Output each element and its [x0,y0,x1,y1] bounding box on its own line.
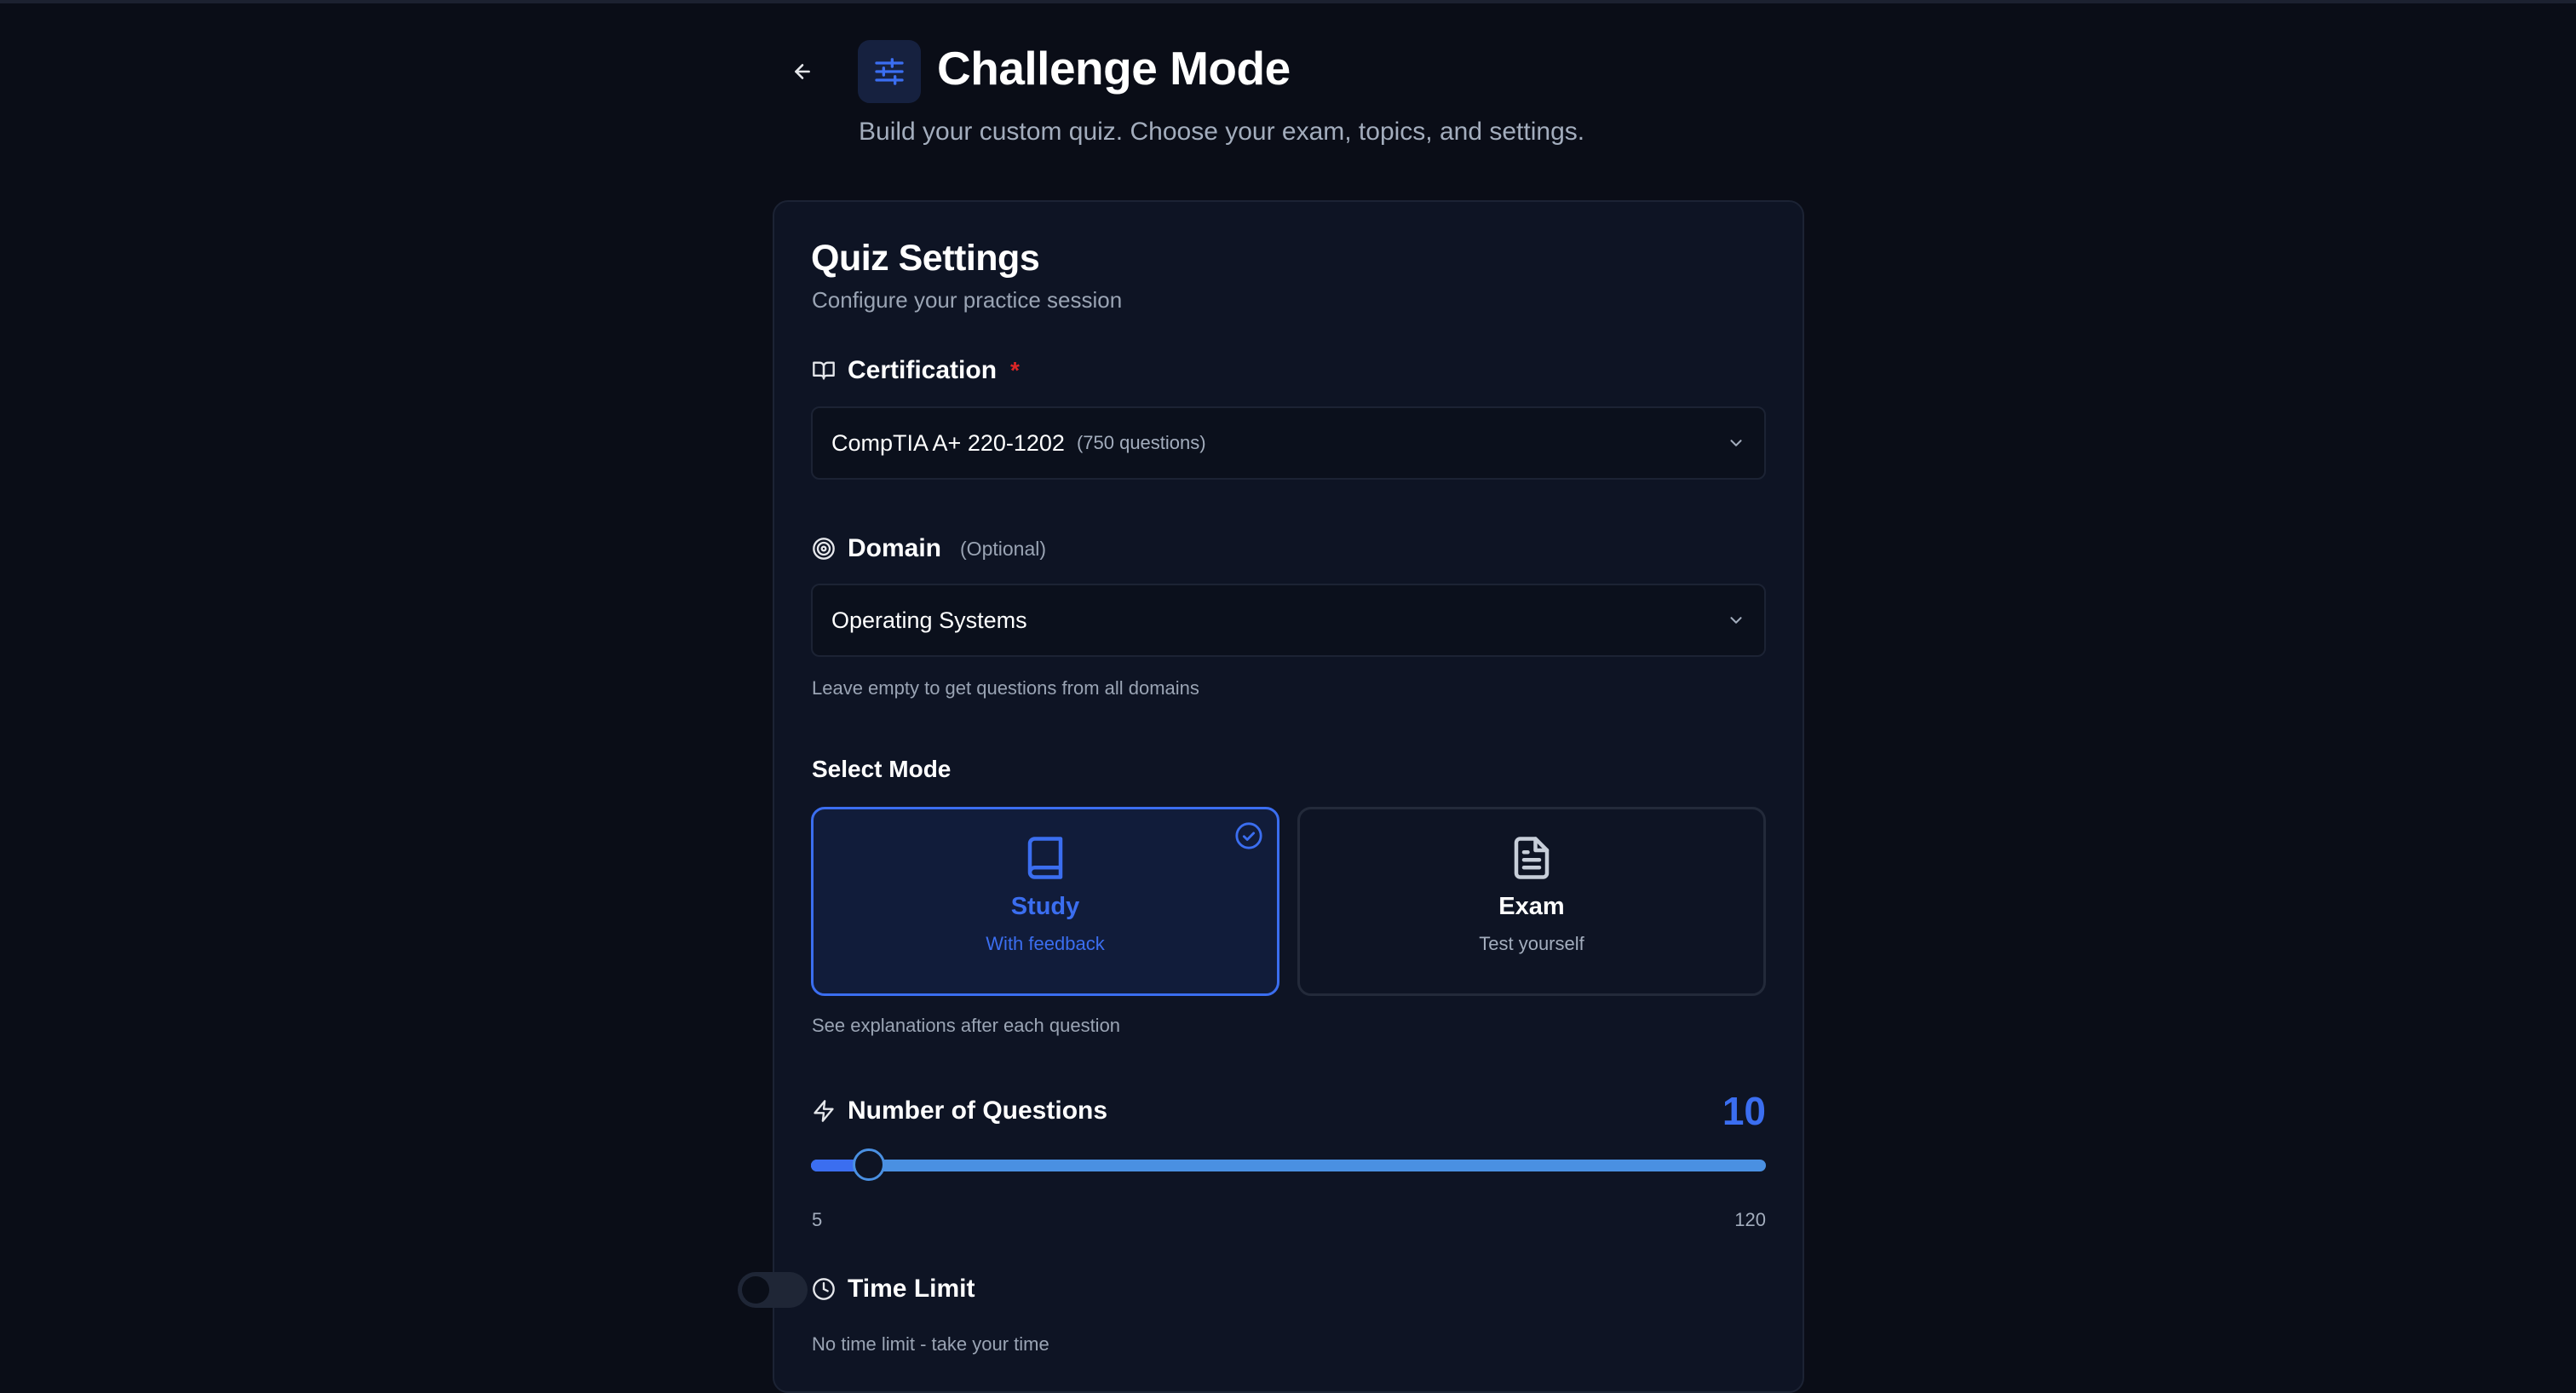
domain-label: Domain [848,534,942,562]
mode-study-title: Study [1010,893,1080,920]
slider-max-label: 120 [1734,1209,1766,1230]
domain-optional-tag: (Optional) [960,537,1046,560]
chevron-down-icon [1727,434,1745,452]
required-marker: * [1010,357,1020,383]
target-icon [813,538,835,560]
top-divider [0,0,2576,3]
domain-selected: Operating Systems [831,607,1027,633]
time-limit-hint: No time limit - take your time [812,1333,1049,1355]
mode-study-subtitle: With feedback [986,933,1105,954]
time-limit-toggle[interactable] [738,1272,808,1308]
certification-label: Certification [848,356,998,384]
card-title: Quiz Settings [811,238,1040,279]
card-description: Configure your practice session [812,287,1123,313]
time-limit-label-row: Time Limit [812,1275,975,1304]
select-mode-title: Select Mode [812,756,952,782]
header-badge [858,40,921,103]
zap-icon [814,1100,834,1122]
certification-label-row: Certification * [812,356,1020,385]
certification-select[interactable]: CompTIA A+ 220-1202 (750 questions) [811,406,1766,480]
page: Challenge Mode Build your custom quiz. C… [0,0,2576,1393]
page-title: Challenge Mode [937,42,1291,95]
book-open-icon [813,361,835,380]
certification-selected: CompTIA A+ 220-1202 [831,429,1065,456]
mode-option-study[interactable]: Study With feedback [811,807,1279,996]
mode-exam-subtitle: Test yourself [1479,933,1584,954]
mode-hint: See explanations after each question [812,1015,1121,1036]
page-subtitle: Build your custom quiz. Choose your exam… [859,118,1585,146]
questions-count: 10 [1722,1089,1766,1133]
slider-min-label: 5 [812,1209,823,1230]
questions-label-row: Number of Questions [812,1097,1107,1125]
back-button[interactable] [785,55,819,89]
questions-label: Number of Questions [848,1097,1108,1125]
domain-hint: Leave empty to get questions from all do… [812,677,1199,699]
domain-select[interactable]: Operating Systems [811,584,1766,657]
file-text-icon [1509,835,1555,881]
check-circle-icon [1234,821,1263,850]
quiz-settings-card: Quiz Settings Configure your practice se… [738,200,1804,1393]
toggle-knob [742,1276,769,1304]
mode-option-exam[interactable]: Exam Test yourself [1297,807,1766,996]
questions-slider[interactable] [811,1148,1766,1181]
sliders-icon [875,58,904,85]
clock-icon [813,1278,835,1300]
mode-exam-title: Exam [1498,893,1565,920]
domain-label-row: Domain (Optional) [812,534,1046,563]
certification-question-count: (750 questions) [1076,432,1206,453]
time-limit-label: Time Limit [848,1275,975,1303]
book-icon [1022,835,1068,881]
slider-thumb[interactable] [853,1148,885,1181]
arrow-left-icon [795,64,810,79]
chevron-down-icon [1727,611,1745,630]
